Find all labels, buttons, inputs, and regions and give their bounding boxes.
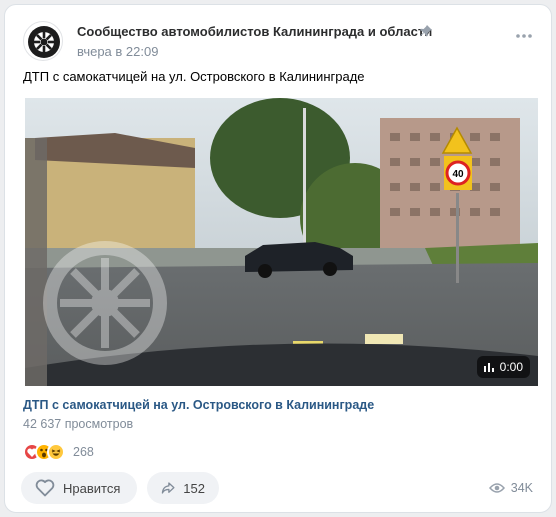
pin-icon [420, 25, 432, 37]
share-arrow-icon [161, 482, 175, 494]
playlist-bars-icon [483, 362, 494, 372]
wheel-watermark-icon [43, 241, 167, 365]
group-name-link[interactable]: Сообщество автомобилистов Калининграда и… [77, 24, 432, 39]
video-player[interactable]: 40 0:00 [25, 98, 538, 386]
share-count: 152 [183, 480, 205, 496]
reactions-count: 268 [73, 445, 94, 459]
post-header: Сообщество автомобилистов Калининграда и… [23, 17, 535, 63]
post-views-count: 34K [510, 481, 533, 495]
video-duration-badge: 0:00 [476, 356, 530, 378]
eye-icon [488, 483, 505, 493]
post-views: 34K [488, 481, 533, 495]
heart-outline-icon [35, 479, 55, 497]
video-views: 42 637 просмотров [23, 417, 134, 431]
reactions-summary[interactable]: 268 [23, 442, 94, 462]
like-button[interactable]: Нравится [21, 472, 137, 504]
post-time[interactable]: вчера в 22:09 [77, 44, 158, 59]
speed-limit-text: 40 [452, 169, 464, 180]
share-button[interactable]: 152 [147, 472, 219, 504]
video-duration: 0:00 [499, 360, 523, 374]
video-thumbnail: 40 [25, 98, 538, 386]
group-avatar[interactable] [23, 21, 63, 61]
like-label: Нравится [63, 480, 121, 496]
post-text: ДТП с самокатчицей на ул. Островского в … [23, 69, 365, 84]
wheel-logo-icon [28, 26, 60, 58]
post-card: Сообщество автомобилистов Калининграда и… [4, 4, 552, 513]
more-options-icon[interactable] [515, 33, 533, 39]
laugh-emoji-icon [47, 443, 65, 461]
video-title-link[interactable]: ДТП с самокатчицей на ул. Островского в … [23, 398, 374, 412]
